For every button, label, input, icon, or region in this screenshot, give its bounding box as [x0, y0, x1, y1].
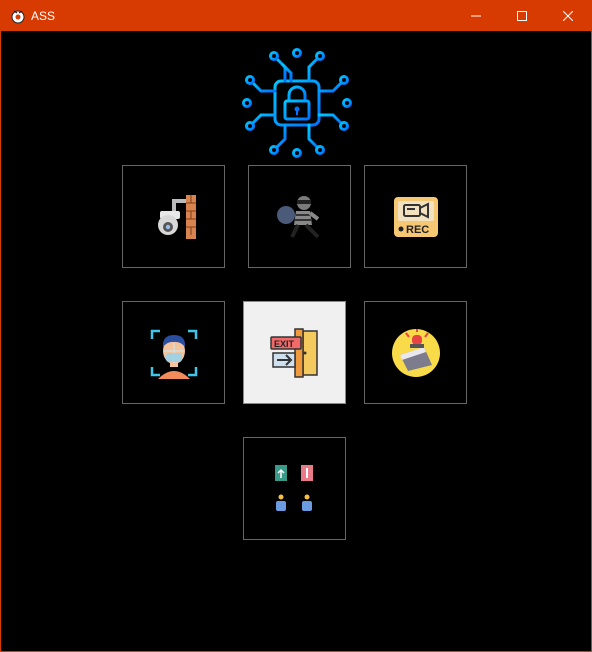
- rec-label: REC: [406, 224, 429, 236]
- title-bar[interactable]: ASS: [1, 1, 591, 31]
- maximize-button[interactable]: [499, 1, 545, 31]
- close-icon: [563, 11, 573, 21]
- thief-button[interactable]: [248, 165, 351, 268]
- app-logo-icon: [11, 10, 25, 24]
- exit-door-icon: EXIT: [269, 327, 318, 378]
- circuit-padlock-icon: [242, 48, 352, 158]
- face-recognition-button[interactable]: [122, 301, 225, 404]
- window-title: ASS: [31, 9, 56, 23]
- minimize-button[interactable]: [453, 1, 499, 31]
- app-window: ASS REC EXIT: [0, 0, 592, 652]
- cctv-button[interactable]: [122, 165, 225, 268]
- entry-exit-button[interactable]: [243, 437, 346, 540]
- face-recognition-icon: [150, 329, 197, 379]
- minimize-icon: [471, 15, 481, 17]
- running-thief-icon: [276, 195, 319, 238]
- alarm-button[interactable]: [364, 301, 467, 404]
- recording-button[interactable]: REC: [364, 165, 467, 268]
- cctv-camera-wall-icon: [157, 194, 196, 239]
- close-button[interactable]: [545, 1, 591, 31]
- maximize-icon: [517, 11, 527, 21]
- exit-label: EXIT: [274, 339, 295, 349]
- entry-exit-people-icon: [274, 464, 313, 511]
- alarm-siren-icon: [391, 328, 440, 377]
- exit-button[interactable]: EXIT: [243, 301, 346, 404]
- video-recorder-rec-icon: REC: [393, 196, 438, 237]
